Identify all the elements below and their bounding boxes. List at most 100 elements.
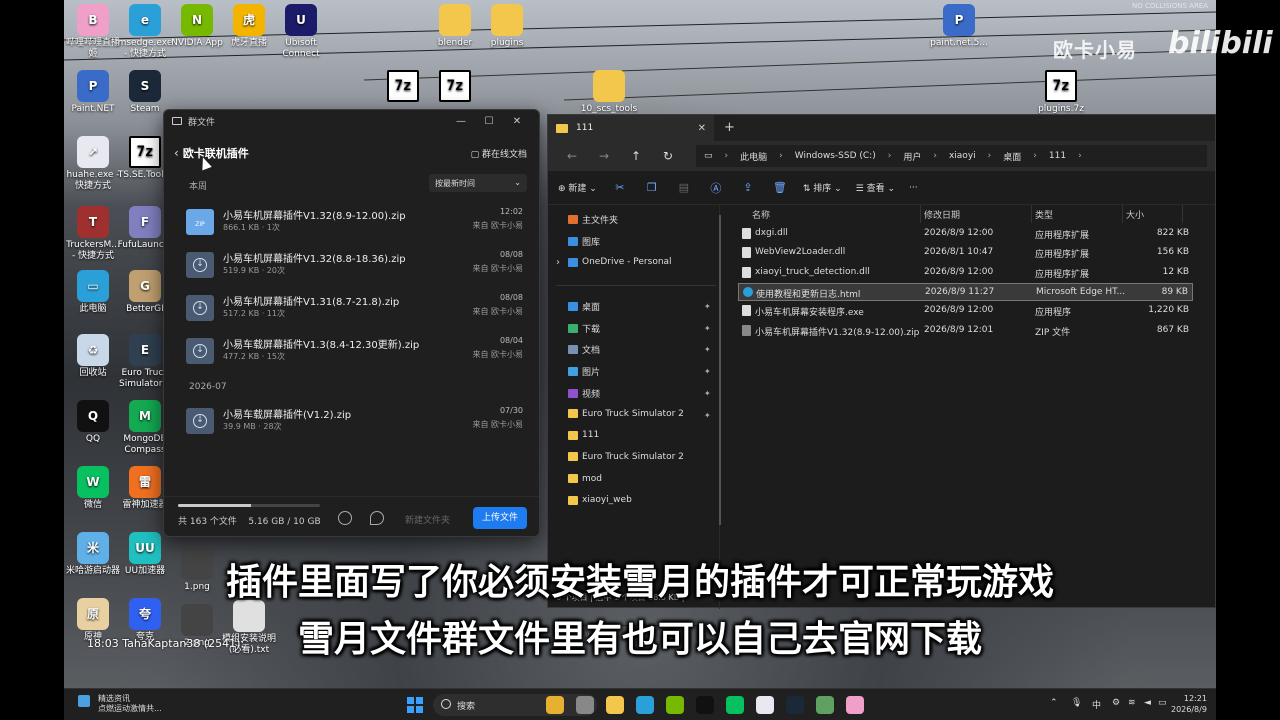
nvidia-icon[interactable]: [666, 696, 684, 714]
breadcrumb[interactable]: ▭ › 此电脑 › Windows-SSD (C:) › 用户 › xiaoyi › 桌面 › 11…: [696, 145, 1207, 167]
nav-item[interactable]: 下载: [568, 322, 600, 335]
desktop-icon[interactable]: S Steam: [116, 70, 174, 115]
wifi-icon[interactable]: ≋: [1128, 698, 1136, 708]
file-row[interactable]: 使用教程和更新日志.html 2026/8/9 11:27 Microsoft Ed…: [738, 282, 1193, 301]
desktop-icon[interactable]: U Ubisoft Connect: [272, 4, 330, 60]
close-tab-icon[interactable]: ✕: [698, 123, 706, 134]
forward-arrow-icon[interactable]: →: [588, 149, 620, 163]
breadcrumb-item[interactable]: 111: [1049, 151, 1066, 161]
desktop-icon[interactable]: 7z: [426, 70, 484, 104]
column-date[interactable]: 修改日期: [924, 208, 960, 221]
desktop-icon[interactable]: 虎虎牙直播: [220, 4, 278, 49]
notepad-icon[interactable]: [816, 696, 834, 714]
chrome-icon[interactable]: [546, 696, 564, 714]
desktop-icon[interactable]: P Paint.NET: [64, 70, 122, 115]
column-size[interactable]: 大小: [1126, 208, 1144, 221]
nav-item[interactable]: OneDrive - Personal: [568, 257, 672, 267]
breadcrumb-item[interactable]: 此电脑: [740, 150, 767, 163]
desktop-icon[interactable]: blender: [426, 4, 484, 49]
desktop-icon[interactable]: 10_scs_tools: [580, 70, 638, 115]
group-file-item[interactable]: ↓ 小易车机屏幕插件V1.32(8.8-18.36).zip 519.9 KB · …: [186, 248, 526, 288]
share-icon[interactable]: ⇪: [739, 181, 757, 194]
nav-item[interactable]: Euro Truck Simulator 2: [568, 409, 684, 419]
volume-icon[interactable]: ◄: [1144, 698, 1151, 708]
refresh-icon[interactable]: [370, 511, 384, 525]
desktop-icon[interactable]: Ppaint.net.5...: [930, 4, 988, 49]
breadcrumb-item[interactable]: Windows-SSD (C:): [795, 151, 876, 161]
battery-icon[interactable]: ▭: [1158, 698, 1167, 708]
desktop-icon[interactable]: e msedge.exe - 快捷方式: [116, 4, 174, 60]
cut-icon[interactable]: ✂: [611, 181, 629, 194]
qq-icon[interactable]: [696, 696, 714, 714]
delete-icon[interactable]: 🗑: [771, 181, 789, 194]
taskbar-search[interactable]: 搜索: [433, 694, 597, 716]
taskview-icon[interactable]: [576, 696, 594, 714]
history-icon[interactable]: [338, 511, 352, 525]
nav-item[interactable]: 视频: [568, 387, 600, 400]
navigation-scrollbar[interactable]: [719, 215, 721, 525]
desktop-icon[interactable]: ▭ 此电脑: [64, 270, 122, 315]
wechat-icon[interactable]: [726, 696, 744, 714]
file-row[interactable]: dxgi.dll 2026/8/9 12:00 应用程序扩展 822 KB: [738, 225, 1193, 243]
tab-111[interactable]: 111 ✕: [548, 115, 714, 141]
news-widget-icon[interactable]: [78, 695, 90, 707]
nav-item[interactable]: 111: [568, 430, 599, 440]
chevron-right-icon[interactable]: ›: [556, 257, 560, 268]
desktop-icon[interactable]: 7z plugins.7z: [1032, 70, 1090, 115]
explorer-icon[interactable]: [606, 696, 624, 714]
close-button[interactable]: ✕: [503, 116, 531, 127]
sort-dropdown[interactable]: 按最新时间 ⌄: [429, 174, 527, 192]
sort-button[interactable]: ⇅ 排序 ⌄: [803, 181, 842, 194]
back-arrow-icon[interactable]: ←: [556, 149, 588, 163]
breadcrumb-item[interactable]: xiaoyi: [949, 151, 976, 161]
minimize-button[interactable]: —: [447, 116, 475, 127]
desktop-icon[interactable]: ↗ huahe.exe - 快捷方式: [64, 136, 122, 192]
nav-item[interactable]: 图片: [568, 365, 600, 378]
nav-item[interactable]: 桌面: [568, 300, 600, 313]
nav-item[interactable]: xiaoyi_web: [568, 495, 632, 505]
breadcrumb-item[interactable]: 桌面: [1003, 150, 1021, 163]
rename-icon[interactable]: Ⓐ: [707, 180, 725, 196]
upload-file-button[interactable]: 上传文件: [473, 507, 527, 529]
paste-icon[interactable]: ▤: [675, 181, 693, 194]
group-file-item[interactable]: ↓ 小易车载屏幕插件V1.3(8.4-12.30更新).zip 477.2 KB ·…: [186, 334, 526, 374]
bilibili-icon[interactable]: [846, 696, 864, 714]
news-widget[interactable]: 精选资讯 点燃运动激情共...: [98, 694, 162, 714]
new-folder-button[interactable]: 新建文件夹: [405, 513, 450, 526]
desktop-icon[interactable]: plugins: [478, 4, 536, 49]
desktop-icon[interactable]: N NVIDIA App: [168, 4, 226, 49]
microphone-icon[interactable]: 🎙: [1071, 698, 1082, 708]
desktop-icon[interactable]: Q QQ: [64, 400, 122, 445]
file-row[interactable]: 小易车机屏幕安装程序.exe 2026/8/9 12:00 应用程序 1,220 KB: [738, 302, 1193, 320]
desktop-icon[interactable]: 7z: [374, 70, 432, 104]
ime-settings-icon[interactable]: ⚙: [1112, 698, 1120, 708]
group-file-item[interactable]: ZIP 小易车机屏幕插件V1.32(8.9-12.00).zip 866.1 KB …: [186, 205, 526, 245]
huahe-icon[interactable]: [756, 696, 774, 714]
file-row[interactable]: 小易车机屏幕插件V1.32(8.9-12.00).zip 2026/8/9 12:…: [738, 322, 1193, 340]
column-type[interactable]: 类型: [1035, 208, 1053, 221]
copy-icon[interactable]: ❐: [643, 181, 661, 194]
new-tab-button[interactable]: +: [724, 120, 735, 135]
more-options-icon[interactable]: ···: [909, 183, 918, 193]
new-button[interactable]: ⊕ 新建 ⌄: [558, 181, 597, 194]
refresh-icon[interactable]: ↻: [652, 149, 684, 163]
file-row[interactable]: WebView2Loader.dll 2026/8/1 10:47 应用程序扩展 15…: [738, 244, 1193, 262]
back-chevron-icon[interactable]: ‹: [174, 146, 179, 160]
view-button[interactable]: ☰ 查看 ⌄: [856, 181, 895, 194]
column-name[interactable]: 名称: [752, 208, 770, 221]
chevron-up-icon[interactable]: ⌃: [1050, 698, 1058, 708]
taskbar-clock[interactable]: 12:21 2026/8/9: [1171, 693, 1207, 715]
nav-item[interactable]: 主文件夹: [568, 213, 618, 226]
breadcrumb-item[interactable]: 用户: [903, 150, 921, 163]
nav-item[interactable]: Euro Truck Simulator 2: [568, 452, 684, 462]
desktop-icon[interactable]: B 哔哩哔哩直播姬: [64, 4, 122, 60]
desktop-icon[interactable]: T TruckersM... - 快捷方式: [64, 206, 122, 262]
steam-icon[interactable]: [786, 696, 804, 714]
windows-start-icon[interactable]: [407, 697, 423, 713]
file-row[interactable]: xiaoyi_truck_detection.dll 2026/8/9 12:00…: [738, 264, 1193, 282]
online-docs-link[interactable]: ▢ 群在线文档: [471, 147, 527, 160]
maximize-button[interactable]: ☐: [475, 116, 503, 127]
group-file-item[interactable]: ↓ 小易车载屏幕插件(V1.2).zip 39.9 MB · 28次 07/30 来自 …: [186, 404, 526, 444]
ime-indicator[interactable]: 中: [1092, 698, 1101, 711]
nav-item[interactable]: 文档: [568, 343, 600, 356]
